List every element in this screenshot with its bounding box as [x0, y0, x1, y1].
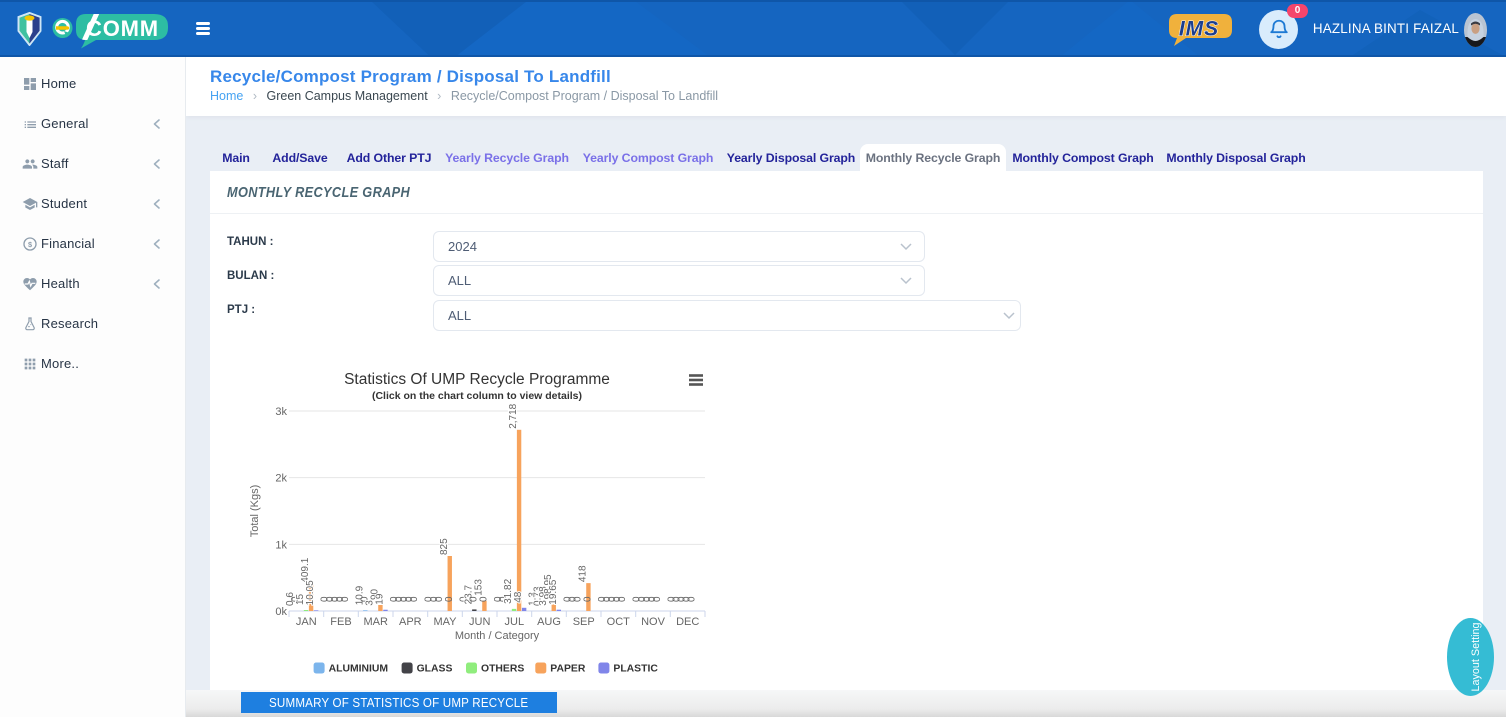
svg-text:10.05: 10.05: [305, 580, 316, 605]
svg-text:MAY: MAY: [433, 616, 457, 628]
svg-text:(Click on the chart column to: (Click on the chart column to view detai…: [372, 390, 582, 402]
svg-text:19: 19: [375, 593, 386, 605]
svg-text:FEB: FEB: [330, 616, 351, 628]
svg-text:SEP: SEP: [573, 616, 595, 628]
svg-text:0: 0: [479, 596, 490, 602]
svg-text:OCT: OCT: [607, 616, 631, 628]
svg-text:0: 0: [687, 596, 698, 602]
svg-text:Statistics Of UMP Recycle Prog: Statistics Of UMP Recycle Programme: [344, 371, 610, 388]
svg-text:APR: APR: [399, 616, 422, 628]
svg-text:Total (Kgs): Total (Kgs): [249, 485, 261, 538]
svg-text:$: $: [28, 240, 32, 249]
svg-text:0: 0: [617, 596, 628, 602]
svg-text:0: 0: [652, 596, 663, 602]
svg-text:ALUMINIUM: ALUMINIUM: [329, 664, 388, 675]
svg-text:GLASS: GLASS: [417, 664, 453, 675]
svg-text:825: 825: [439, 538, 450, 555]
svg-text:0: 0: [583, 596, 594, 602]
svg-text:0: 0: [444, 596, 455, 602]
svg-text:OTHERS: OTHERS: [481, 664, 524, 675]
svg-text:48: 48: [513, 591, 524, 603]
svg-text:PAPER: PAPER: [550, 664, 586, 675]
svg-text:418: 418: [578, 565, 589, 582]
svg-text:MAR: MAR: [363, 616, 388, 628]
svg-text:AUG: AUG: [537, 616, 561, 628]
svg-text:409.1: 409.1: [300, 557, 311, 582]
svg-text:JUN: JUN: [469, 616, 490, 628]
svg-text:COMM: COMM: [86, 16, 159, 41]
svg-text:19.65: 19.65: [548, 579, 559, 604]
svg-text:2k: 2k: [275, 473, 287, 485]
svg-text:NOV: NOV: [641, 616, 666, 628]
svg-text:0: 0: [340, 596, 351, 602]
svg-text:JAN: JAN: [296, 616, 317, 628]
svg-text:JUL: JUL: [505, 616, 525, 628]
svg-text:DEC: DEC: [676, 616, 699, 628]
svg-text:0k: 0k: [275, 606, 287, 618]
svg-text:IMS: IMS: [1179, 18, 1219, 41]
svg-text:Month / Category: Month / Category: [455, 630, 540, 642]
svg-text:2,718: 2,718: [508, 403, 519, 428]
svg-text:0: 0: [409, 596, 420, 602]
svg-text:1k: 1k: [275, 539, 287, 551]
svg-text:PLASTIC: PLASTIC: [613, 664, 658, 675]
svg-text:153: 153: [474, 579, 485, 596]
svg-text:3k: 3k: [275, 406, 287, 418]
